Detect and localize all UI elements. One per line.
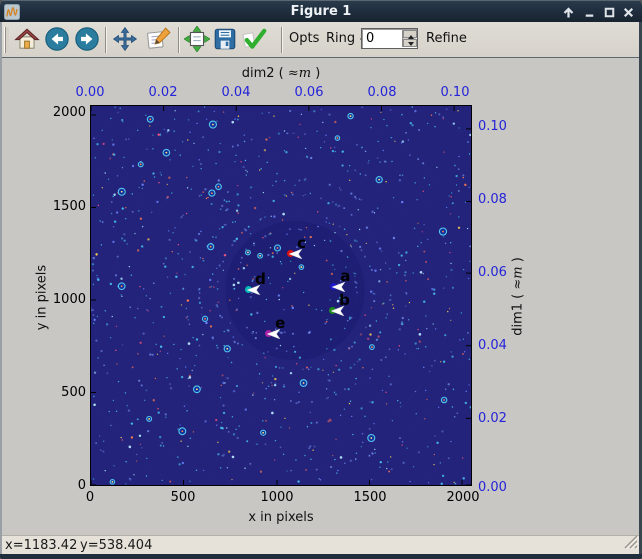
tick-label: 0.04	[478, 338, 507, 353]
spin-down-button[interactable]	[403, 39, 417, 47]
tick-label: 1000	[52, 292, 86, 307]
tick-label: 500	[170, 490, 196, 505]
pan-button[interactable]	[112, 26, 138, 52]
tick-label: 2000	[446, 490, 480, 505]
edit-icon	[147, 27, 171, 49]
titlebar[interactable]: Figure 1	[0, 0, 642, 22]
tick-label: 0.10	[478, 119, 507, 134]
close-icon	[623, 7, 634, 18]
tick-label: 0	[85, 490, 95, 505]
tick-label: 2000	[52, 105, 86, 120]
save-icon	[214, 28, 236, 50]
close-button[interactable]	[621, 5, 636, 20]
spinner-buttons	[402, 30, 417, 47]
opts-button[interactable]: Opts	[289, 31, 319, 46]
diffraction-pattern	[91, 106, 471, 485]
ring-number-spinbox[interactable]: 0	[361, 28, 418, 49]
resize-grip[interactable]	[623, 534, 639, 553]
tick-label: 0.04	[221, 85, 251, 100]
tick-label: 500	[61, 385, 86, 400]
resize-grip-icon	[624, 535, 639, 550]
tick-label: 1500	[52, 199, 86, 214]
tick-label: 1000	[260, 490, 294, 505]
check-icon	[242, 28, 267, 49]
tick-label: 0.08	[478, 192, 507, 207]
tick-label: 0.06	[478, 265, 507, 280]
forward-icon	[75, 27, 99, 51]
save-button[interactable]	[212, 26, 238, 52]
maximize-icon	[604, 7, 615, 18]
tick-label: 0.00	[75, 85, 105, 100]
top-axis-label: dim2 ( ≈m )	[241, 66, 321, 81]
up-arrow-icon	[563, 7, 574, 18]
toolbar	[0, 0, 642, 1]
apply-button[interactable]	[242, 26, 268, 52]
refine-button[interactable]: Refine	[426, 31, 467, 46]
window-title: Figure 1	[290, 4, 352, 19]
tick-label: 1500	[353, 490, 387, 505]
zoom-fit-button[interactable]	[184, 26, 210, 52]
tick-label: 0.10	[440, 85, 470, 100]
cursor-y-readout: y=538.404	[80, 538, 153, 553]
home-icon	[14, 28, 40, 49]
cursor-x-readout: x=1183.42	[5, 538, 78, 553]
figure-window: Figure 1 Opts Ring # 0 Refine dim2 (≈m …	[0, 0, 642, 559]
statusbar: x=1183.42 y=538.404	[0, 535, 642, 554]
right-axis-label: dim1 ( ≈m )	[510, 257, 526, 336]
home-button[interactable]	[14, 26, 40, 52]
back-button[interactable]	[44, 26, 70, 52]
diffraction-image[interactable]	[90, 105, 472, 486]
spin-up-button[interactable]	[403, 30, 417, 39]
forward-button[interactable]	[74, 26, 100, 52]
maximize-button[interactable]	[602, 5, 617, 20]
ring-number-value: 0	[366, 31, 375, 46]
minimize-button[interactable]	[582, 5, 597, 20]
toolbar-separator	[178, 27, 180, 53]
tick-label: 0.02	[148, 85, 178, 100]
figure-canvas: dim2 ( ≈m ) 0.00 0.02 0.04 0.06 0.08 0.1…	[0, 58, 642, 535]
tick-label: 0.08	[367, 85, 397, 100]
toolbar-separator	[105, 27, 107, 53]
zoom-fit-icon	[184, 26, 210, 52]
toolbar-grip-handle[interactable]	[4, 27, 9, 53]
back-icon	[45, 27, 69, 51]
tick-label: 0.02	[478, 411, 507, 426]
pan-icon	[112, 26, 138, 52]
shade-button[interactable]	[561, 5, 576, 20]
minimize-icon	[585, 14, 594, 17]
bottom-axis-label: x in pixels	[248, 510, 314, 525]
tick-label: 0.06	[294, 85, 324, 100]
toolbar: Opts Ring # 0 Refine	[0, 22, 642, 58]
toolbar-separator	[281, 27, 283, 53]
window-border-bottom	[0, 554, 642, 559]
edit-button[interactable]	[145, 26, 171, 52]
